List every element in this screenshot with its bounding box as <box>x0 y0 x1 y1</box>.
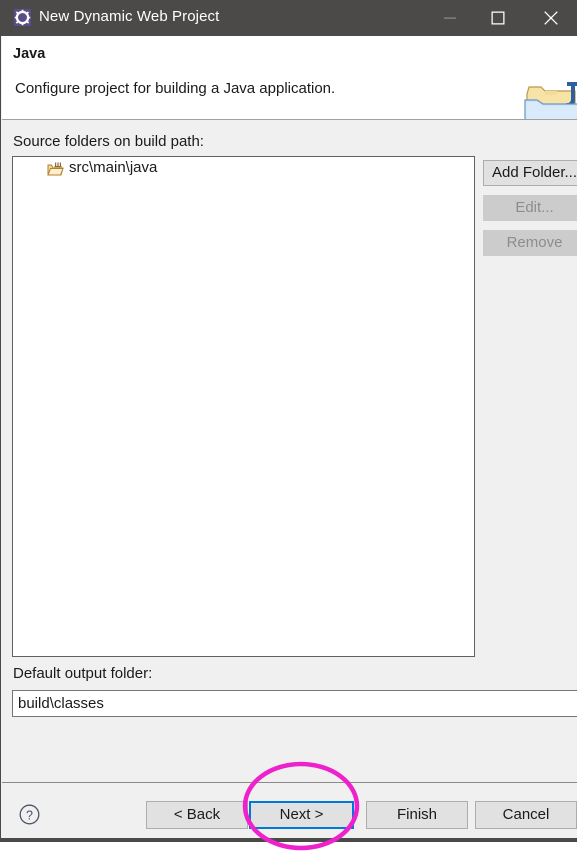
next-button[interactable]: Next > <box>249 801 354 829</box>
remove-button: Remove <box>483 230 577 256</box>
title-bar: New Dynamic Web Project <box>1 0 577 36</box>
output-folder-label: Default output folder: <box>13 665 153 682</box>
footer-separator <box>2 782 577 783</box>
output-folder-input[interactable] <box>12 690 577 717</box>
window-bottom-edge <box>1 838 577 842</box>
list-item[interactable]: src\main\java <box>13 157 474 181</box>
finish-button[interactable]: Finish <box>366 801 468 829</box>
dialog-window: New Dynamic Web Project Java Configure p… <box>0 0 577 851</box>
java-folder-icon <box>523 78 577 119</box>
close-icon[interactable] <box>523 0 577 36</box>
minimize-icon[interactable] <box>427 0 473 36</box>
source-folders-list[interactable]: src\main\java <box>12 156 475 657</box>
wizard-header: Java Configure project for building a Ja… <box>2 36 577 120</box>
add-folder-button[interactable]: Add Folder... <box>483 160 577 186</box>
page-description: Configure project for building a Java ap… <box>15 80 336 97</box>
list-item-label: src\main\java <box>69 159 158 176</box>
source-folder-icon <box>47 162 64 177</box>
source-folders-label: Source folders on build path: <box>13 133 204 150</box>
cancel-button[interactable]: Cancel <box>475 801 577 829</box>
window-title: New Dynamic Web Project <box>39 8 220 25</box>
eclipse-gear-icon <box>14 9 31 26</box>
svg-text:?: ? <box>26 808 33 822</box>
edit-button: Edit... <box>483 195 577 221</box>
page-title: Java <box>13 46 46 62</box>
maximize-icon[interactable] <box>475 0 521 36</box>
back-button[interactable]: < Back <box>146 801 248 829</box>
help-icon[interactable]: ? <box>19 804 40 825</box>
